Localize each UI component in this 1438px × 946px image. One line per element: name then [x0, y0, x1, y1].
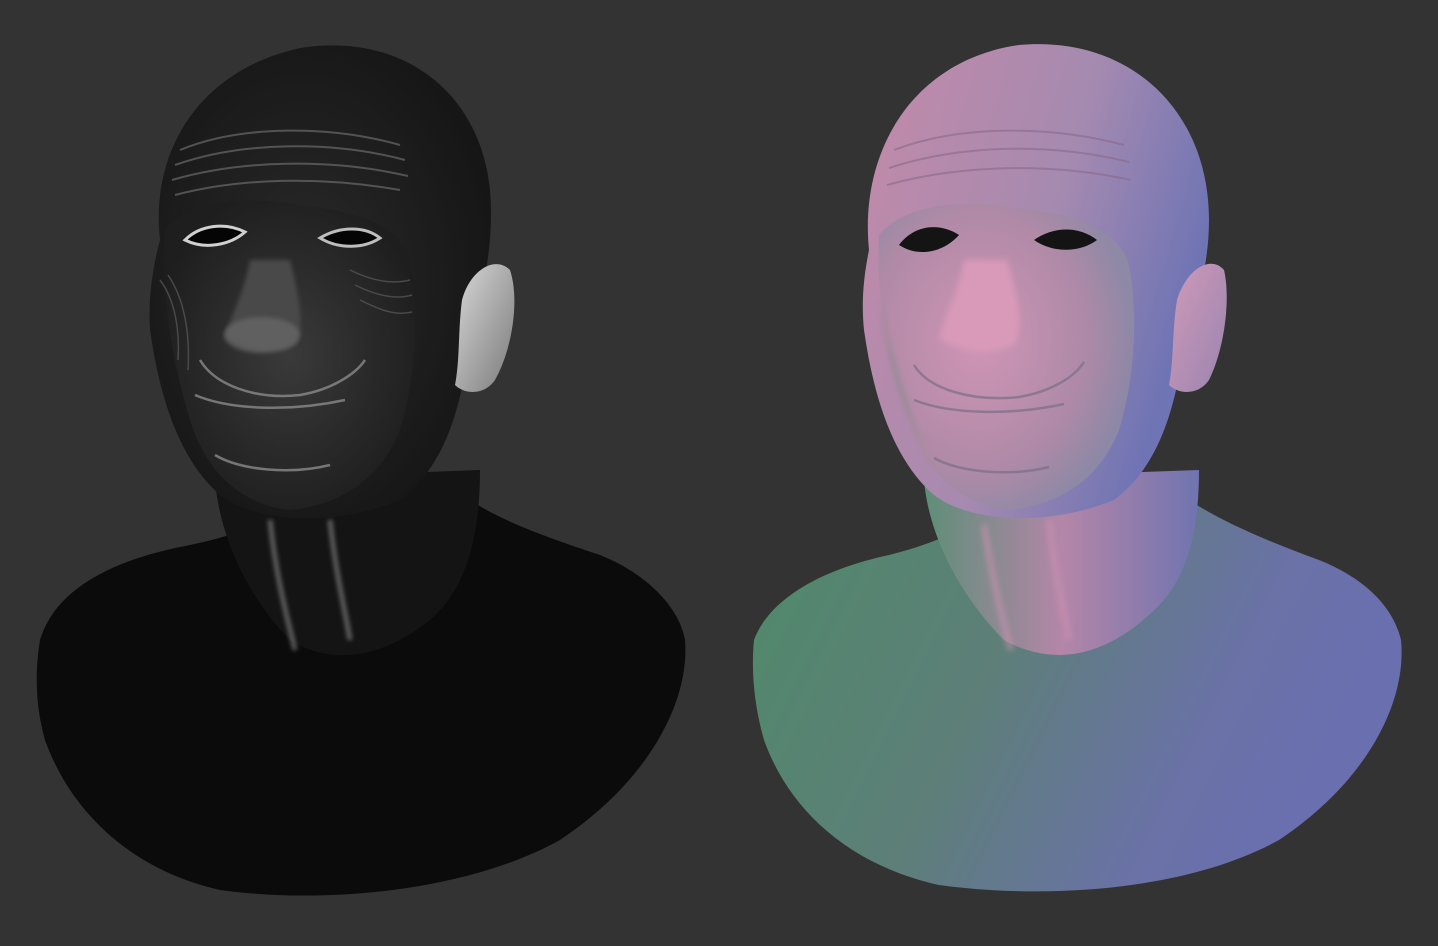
curvature-bust-render — [36, 45, 686, 896]
render-viewport — [0, 0, 1438, 946]
normal-map-bust-render — [752, 44, 1402, 892]
